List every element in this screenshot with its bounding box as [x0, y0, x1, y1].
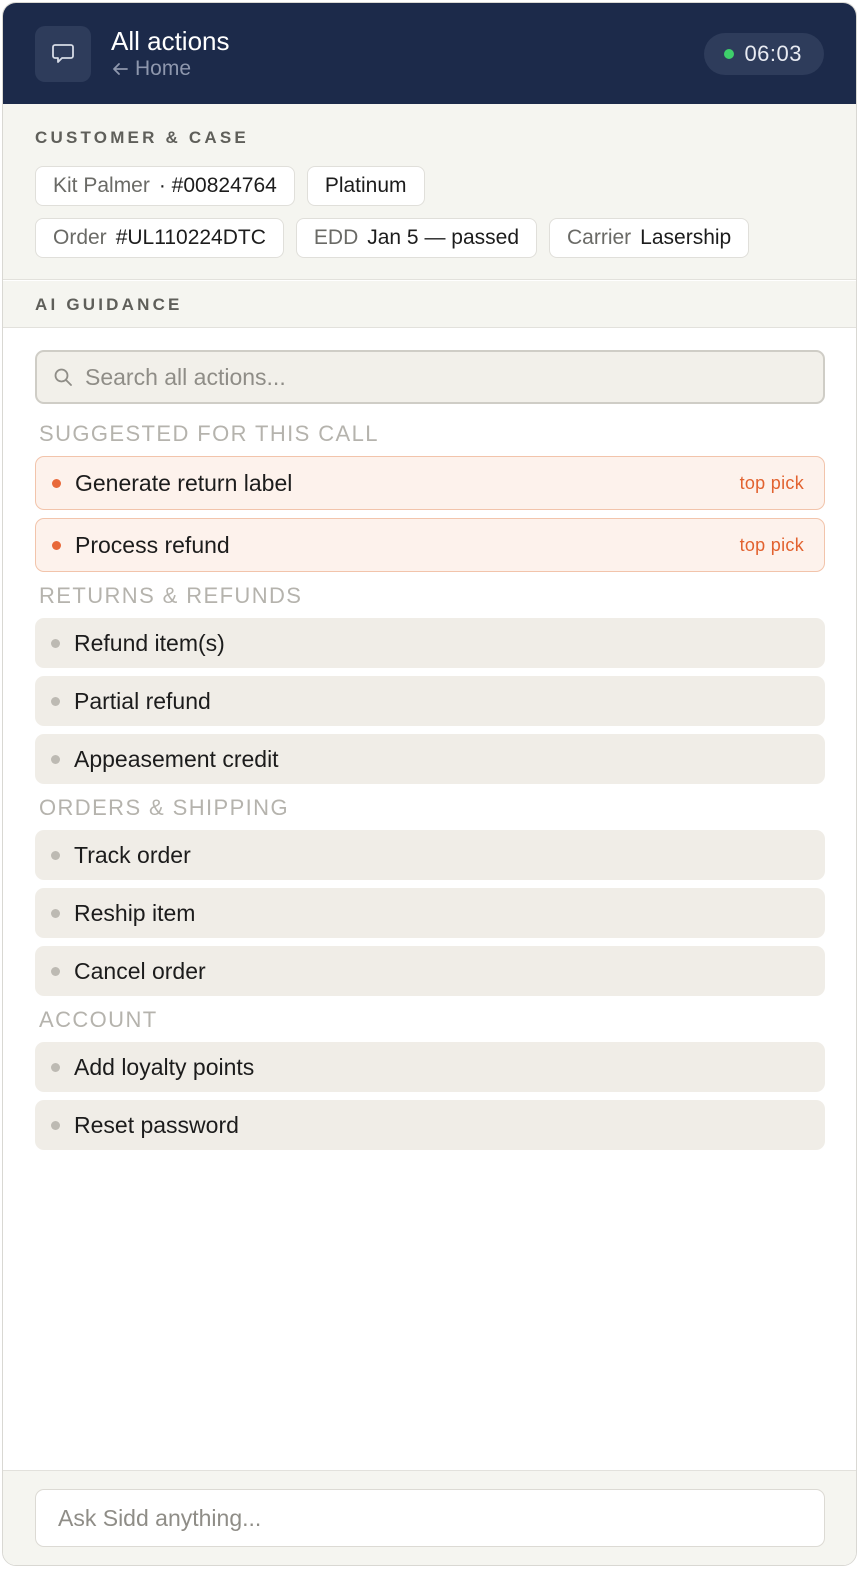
action-label: Add loyalty points	[74, 1053, 255, 1080]
chip-row-order: Order #UL110224DTC EDD Jan 5 — passed Ca…	[35, 218, 824, 258]
arrow-left-icon	[113, 62, 128, 75]
action-label: Process refund	[75, 531, 230, 558]
action-label: Cancel order	[74, 957, 206, 984]
action-add-loyalty-points[interactable]: Add loyalty points	[35, 1042, 825, 1092]
action-reship-item[interactable]: Reship item	[35, 888, 825, 938]
header-titles: All actions Home	[111, 26, 230, 82]
bullet-dot	[52, 540, 61, 550]
bullet-dot	[51, 850, 60, 860]
group-title-account: ACCOUNT	[39, 1007, 158, 1032]
edd-value: Jan 5 — passed	[367, 226, 519, 249]
carrier-label: Carrier	[567, 226, 632, 249]
edd-label: EDD	[313, 226, 359, 249]
action-track-order[interactable]: Track order	[35, 830, 825, 880]
bullet-dot	[51, 638, 60, 648]
order-chip[interactable]: Order #UL110224DTC	[35, 218, 284, 258]
action-process-refund[interactable]: Process refund top pick	[35, 518, 825, 572]
action-label: Reset password	[74, 1111, 239, 1138]
chat-bubble-icon[interactable]	[35, 25, 91, 82]
action-label: Appeasement credit	[74, 745, 279, 772]
bullet-dot	[51, 1120, 60, 1130]
bullet-dot	[51, 1062, 60, 1072]
section-label-ai-guidance: AI GUIDANCE	[35, 295, 183, 314]
live-status-dot	[724, 48, 735, 59]
action-label: Track order	[74, 841, 191, 868]
header: All actions Home 06:03	[3, 3, 856, 104]
back-link[interactable]: Home	[111, 56, 230, 82]
action-generate-return-label[interactable]: Generate return label top pick	[35, 456, 825, 510]
bullet-dot	[51, 754, 60, 764]
bullet-dot	[51, 696, 60, 706]
search-icon	[54, 368, 72, 386]
ask-input[interactable]	[35, 1489, 825, 1547]
search-box[interactable]	[35, 350, 825, 404]
action-label: Partial refund	[74, 687, 211, 714]
search-input[interactable]	[85, 363, 785, 391]
action-label: Refund item(s)	[74, 629, 225, 656]
customer-id: · #00824764	[158, 174, 277, 197]
call-timer: 06:03	[704, 32, 824, 75]
tier-chip[interactable]: Platinum	[306, 166, 425, 206]
customer-name: Kit Palmer	[53, 174, 150, 197]
page-title: All actions	[111, 25, 230, 56]
ai-guidance-section[interactable]: AI GUIDANCE	[3, 281, 856, 328]
group-title-orders: ORDERS & SHIPPING	[39, 795, 289, 820]
bullet-dot	[51, 966, 60, 976]
back-link-label: Home	[135, 56, 192, 80]
bullet-dot	[52, 478, 61, 488]
chip-row-customer: Kit Palmer · #00824764 Platinum	[35, 166, 824, 206]
order-value: #UL110224DTC	[115, 226, 266, 249]
top-pick-badge: top pick	[739, 534, 804, 555]
customer-case-section: CUSTOMER & CASE Kit Palmer · #00824764 P…	[3, 104, 856, 280]
edd-chip[interactable]: EDD Jan 5 — passed	[295, 218, 537, 258]
tier-value: Platinum	[324, 174, 407, 197]
action-reset-password[interactable]: Reset password	[35, 1100, 825, 1150]
footer	[3, 1470, 856, 1565]
action-label: Reship item	[74, 899, 196, 926]
order-label: Order	[53, 226, 107, 249]
action-refund-items[interactable]: Refund item(s)	[35, 618, 825, 668]
top-pick-badge: top pick	[739, 472, 804, 493]
group-title-suggested: SUGGESTED FOR THIS CALL	[39, 421, 379, 446]
action-cancel-order[interactable]: Cancel order	[35, 946, 825, 996]
group-title-returns: RETURNS & REFUNDS	[39, 583, 303, 608]
action-label: Generate return label	[75, 469, 293, 496]
actions-panel: All actions Home 06:03 CUSTOMER & CASE K…	[2, 2, 857, 1566]
carrier-value: Lasership	[640, 226, 732, 249]
timer-value: 06:03	[744, 40, 802, 66]
carrier-chip[interactable]: Carrier Lasership	[549, 218, 750, 258]
section-label-customer-case: CUSTOMER & CASE	[35, 128, 249, 147]
action-appeasement-credit[interactable]: Appeasement credit	[35, 734, 825, 784]
actions-list: SUGGESTED FOR THIS CALL Generate return …	[35, 350, 825, 1158]
action-partial-refund[interactable]: Partial refund	[35, 676, 825, 726]
customer-chip[interactable]: Kit Palmer · #00824764	[35, 166, 295, 206]
bullet-dot	[51, 908, 60, 918]
